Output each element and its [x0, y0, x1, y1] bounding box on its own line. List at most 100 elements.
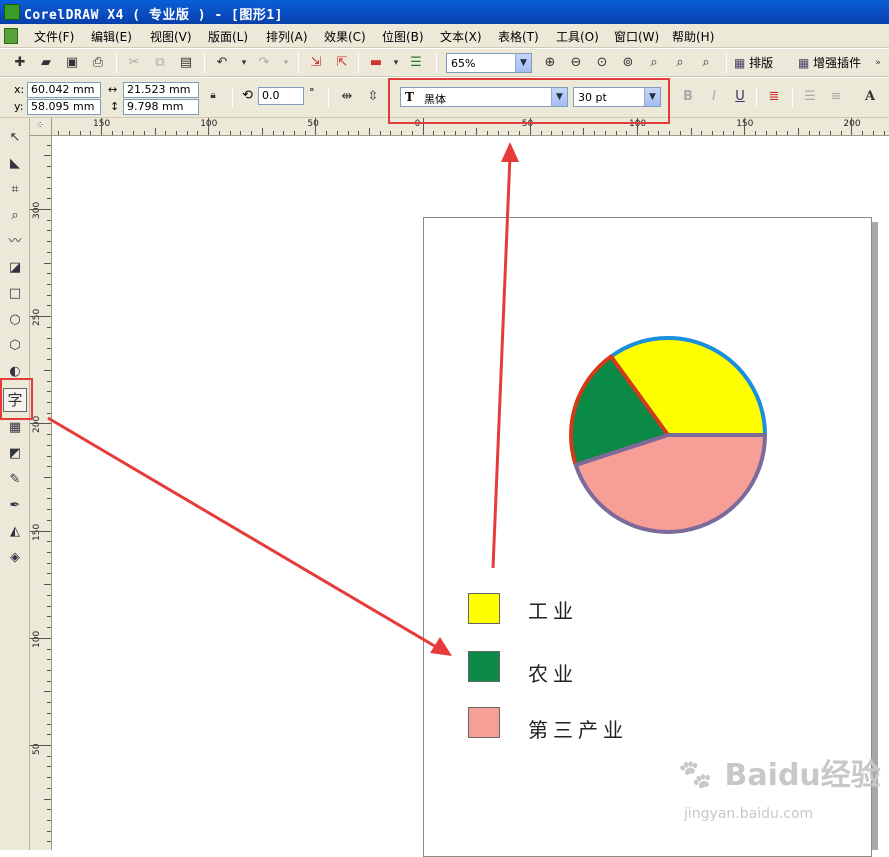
cut-icon[interactable]: ✂ — [124, 53, 144, 73]
toolbar-overflow-icon[interactable]: » — [868, 53, 888, 73]
legend-swatch-agriculture[interactable] — [468, 651, 500, 682]
v-ruler-tick — [47, 284, 51, 286]
legend-swatch-industry[interactable] — [468, 593, 500, 624]
menu-table[interactable]: 表格(T) — [498, 28, 539, 45]
zoom-in-icon[interactable]: ⊕ — [540, 53, 560, 73]
x-position-input[interactable]: 60.042 mm — [27, 82, 101, 98]
height-icon: ↕ — [110, 100, 120, 113]
h-ruler-tick — [701, 131, 703, 135]
zoom-page-height-icon[interactable]: ⌕ — [696, 53, 716, 73]
table-tool-icon[interactable]: ▦ — [5, 418, 25, 438]
mirror-vertical-icon[interactable]: ⇳ — [363, 87, 383, 107]
pie-chart[interactable] — [560, 330, 780, 550]
eyedropper-tool-icon[interactable]: ✎ — [5, 470, 25, 490]
arrange-plugin-button[interactable]: ▦ 排版 — [734, 53, 773, 73]
horizontal-alignment-icon[interactable]: ≣ — [764, 87, 784, 107]
menu-text[interactable]: 文本(X) — [440, 28, 482, 45]
zoom-out-icon[interactable]: ⊖ — [566, 53, 586, 73]
menu-tools[interactable]: 工具(O) — [556, 28, 599, 45]
menu-edit[interactable]: 编辑(E) — [91, 28, 132, 45]
launcher-dropdown-icon[interactable]: ▾ — [386, 53, 406, 73]
menu-arrange[interactable]: 排列(A) — [266, 28, 308, 45]
undo-dropdown-icon[interactable]: ▾ — [234, 53, 254, 73]
menu-file[interactable]: 文件(F) — [34, 28, 74, 45]
copy-icon[interactable]: ⧉ — [150, 53, 170, 73]
export-icon[interactable]: ⇱ — [332, 53, 352, 73]
print-icon[interactable]: ⎙ — [88, 53, 108, 73]
open-folder-icon[interactable]: ▰ — [36, 53, 56, 73]
width-input[interactable]: 21.523 mm — [123, 82, 199, 98]
zoom-tool-icon[interactable]: ⌕ — [5, 206, 25, 226]
undo-icon[interactable]: ↶ — [212, 53, 232, 73]
polygon-tool-icon[interactable]: ⬡ — [5, 336, 25, 356]
shape-tool-icon[interactable]: ◣ — [5, 154, 25, 174]
legend-label-tertiary[interactable]: 第三产业 — [528, 714, 628, 743]
application-launcher-icon[interactable]: ▬ — [366, 53, 386, 73]
menu-layout[interactable]: 版面(L) — [208, 28, 248, 45]
h-ruler-tick — [776, 131, 778, 135]
interactive-fill-tool-icon[interactable]: ◈ — [5, 548, 25, 568]
ruler-origin[interactable]: ⁘ — [30, 118, 52, 136]
zoom-page-width-icon[interactable]: ⌕ — [670, 53, 690, 73]
bold-icon[interactable]: B — [678, 87, 698, 107]
menu-bitmaps[interactable]: 位图(B) — [382, 28, 424, 45]
zoom-selected-icon[interactable]: ⊙ — [592, 53, 612, 73]
v-ruler-tick — [47, 176, 51, 178]
underline-icon[interactable]: U — [730, 87, 750, 107]
pie-slices[interactable] — [569, 336, 767, 534]
h-ruler-tick — [561, 131, 563, 135]
mirror-horizontal-icon[interactable]: ⇹ — [337, 87, 357, 107]
document-icon[interactable] — [4, 28, 18, 44]
menu-help[interactable]: 帮助(H) — [672, 28, 714, 45]
italic-icon[interactable]: I — [704, 87, 724, 107]
h-ruler-label: 50 — [307, 119, 319, 129]
rectangle-tool-icon[interactable]: □ — [5, 284, 25, 304]
freehand-tool-icon[interactable]: 〰 — [5, 232, 25, 252]
menu-view[interactable]: 视图(V) — [150, 28, 192, 45]
paste-icon[interactable]: ▤ — [176, 53, 196, 73]
crop-tool-icon[interactable]: ⌗ — [5, 180, 25, 200]
enhance-plugin-button[interactable]: ▦ 增强插件 — [798, 53, 861, 73]
new-document-icon[interactable]: ✚ — [10, 53, 30, 73]
lock-ratio-icon[interactable]: 🔒︎ — [203, 86, 223, 106]
vertical-ruler[interactable]: 300 250 200 150 100 50 — [30, 136, 52, 850]
redo-dropdown-icon[interactable]: ▾ — [276, 53, 296, 73]
h-ruler-tick — [143, 131, 145, 135]
arrange-icon: ▦ — [734, 56, 746, 70]
zoom-page-icon[interactable]: ⌕ — [644, 53, 664, 73]
y-position-input[interactable]: 58.095 mm — [27, 99, 101, 115]
drop-cap-icon[interactable]: ≡ — [826, 87, 846, 107]
h-ruler-tick — [90, 131, 92, 135]
menu-window[interactable]: 窗口(W) — [614, 28, 659, 45]
height-input[interactable]: 9.798 mm — [123, 99, 199, 115]
import-icon[interactable]: ⇲ — [306, 53, 326, 73]
redo-icon[interactable]: ↷ — [254, 53, 274, 73]
legend-swatch-tertiary[interactable] — [468, 707, 500, 738]
bullet-list-icon[interactable]: ☰ — [800, 87, 820, 107]
toolbox: ↖ ◣ ⌗ ⌕ 〰 ◪ □ ○ ⬡ ◐ 字 ▦ ◩ ✎ ✒ ◭ ◈ — [0, 118, 33, 850]
blend-tool-icon[interactable]: ◩ — [5, 444, 25, 464]
baidu-watermark-logo: 🐾︎ Baidu经验 — [676, 750, 881, 794]
ellipse-tool-icon[interactable]: ○ — [5, 310, 25, 330]
welcome-screen-icon[interactable]: ☰ — [406, 53, 426, 73]
v-ruler-tick — [47, 380, 51, 382]
h-ruler-tick — [444, 131, 446, 135]
h-ruler-tick — [218, 131, 220, 135]
zoom-level-select[interactable]: 65% ▼ — [446, 53, 532, 73]
legend-label-industry[interactable]: 工业 — [528, 595, 578, 624]
h-ruler-tick — [369, 128, 370, 135]
zoom-all-objects-icon[interactable]: ⊚ — [618, 53, 638, 73]
v-ruler-tick — [47, 455, 51, 457]
fill-tool-icon[interactable]: ◭ — [5, 522, 25, 542]
h-ruler-tick — [433, 131, 435, 135]
h-ruler-tick — [379, 131, 381, 135]
pick-tool-icon[interactable]: ↖ — [5, 128, 25, 148]
outline-tool-icon[interactable]: ✒ — [5, 496, 25, 516]
v-ruler-tick — [30, 423, 51, 425]
save-icon[interactable]: ▣ — [62, 53, 82, 73]
rotation-angle-input[interactable]: 0.0 — [258, 87, 304, 105]
legend-label-agriculture[interactable]: 农业 — [528, 658, 578, 687]
smart-fill-tool-icon[interactable]: ◪ — [5, 258, 25, 278]
menu-effects[interactable]: 效果(C) — [324, 28, 366, 45]
text-format-icon[interactable]: A — [860, 87, 880, 107]
